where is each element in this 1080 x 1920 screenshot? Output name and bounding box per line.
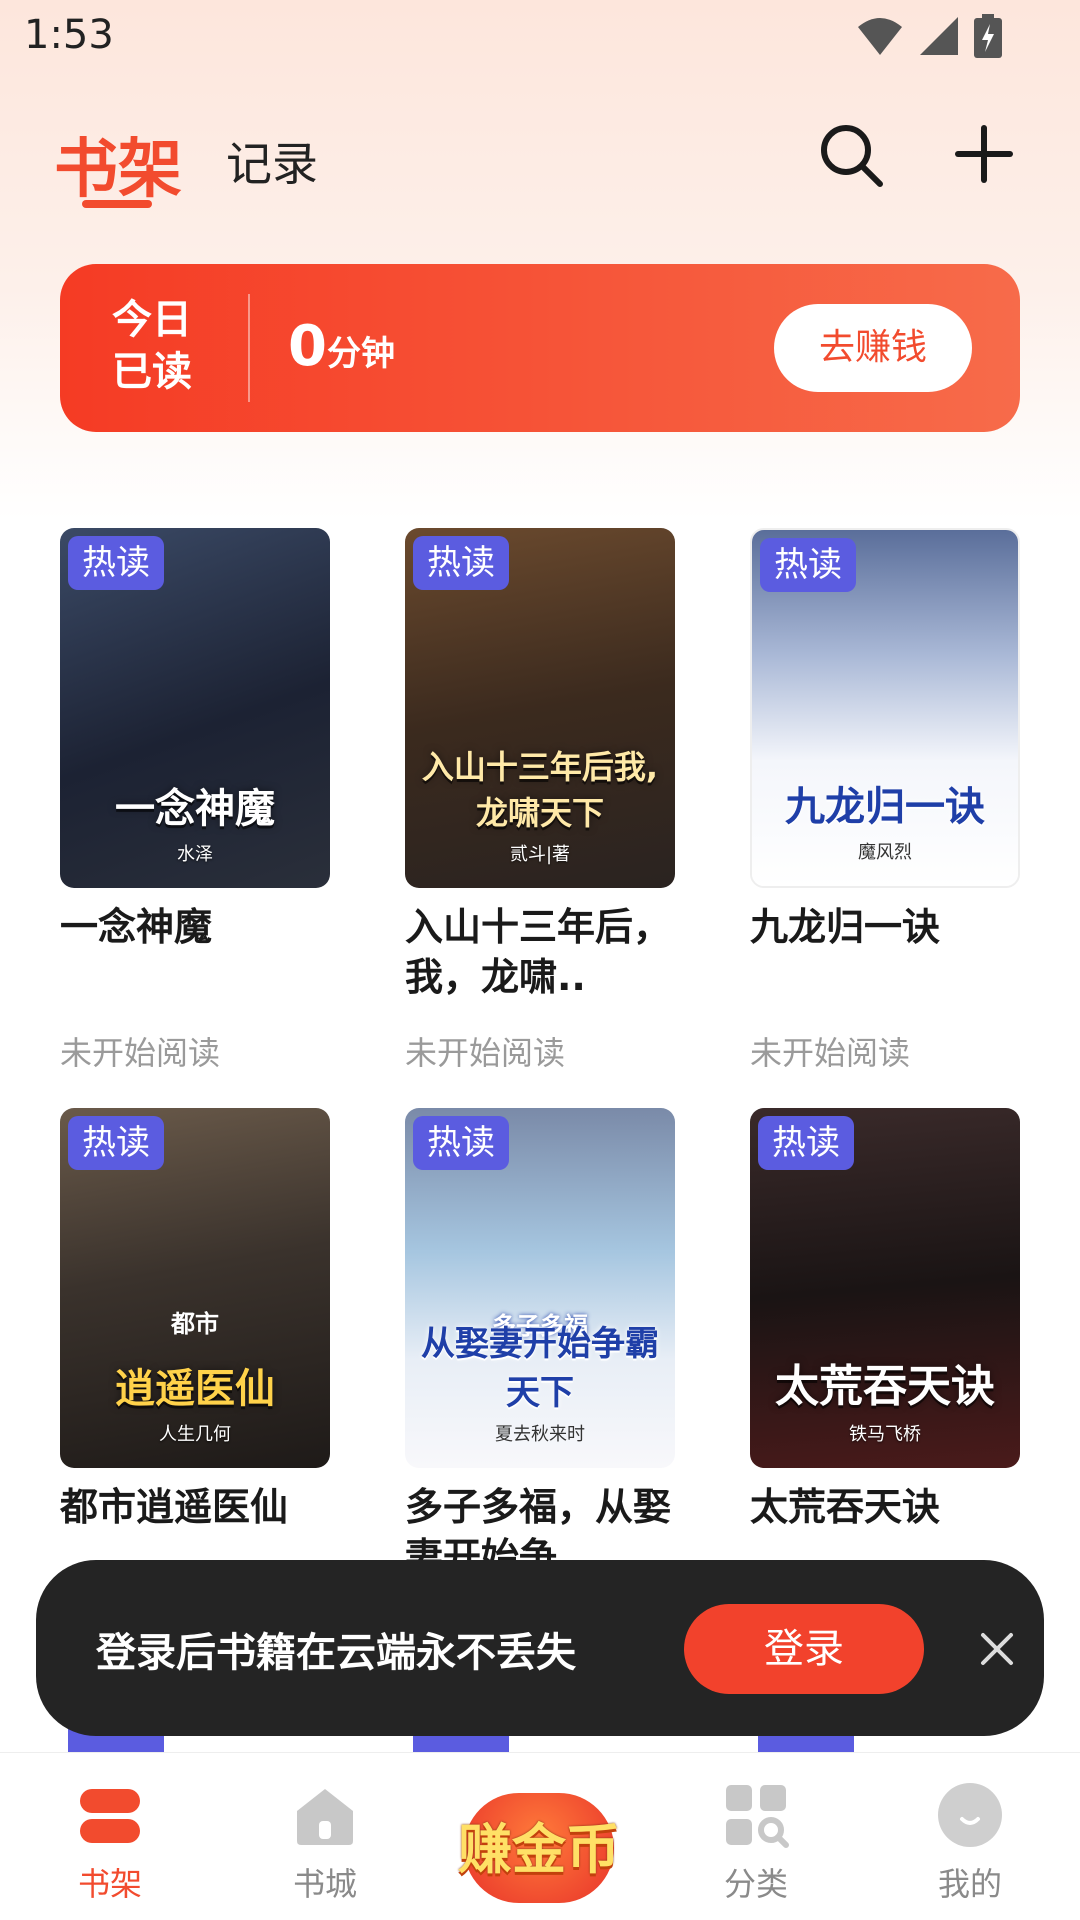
active-tab-indicator bbox=[82, 200, 152, 208]
cover-author-text: 魔风烈 bbox=[858, 842, 912, 863]
cover-title-text: 入山十三年后我,龙啸天下 bbox=[421, 748, 659, 832]
nav-label: 书城 bbox=[292, 1865, 357, 1903]
category-icon bbox=[726, 1785, 789, 1848]
today-read-label: 今日已读 bbox=[112, 297, 192, 395]
signal-icon bbox=[920, 17, 958, 55]
status-bar: 1:53 bbox=[0, 0, 1080, 74]
cover-author-text: 铁马飞桥 bbox=[849, 1424, 921, 1445]
earn-money-button[interactable]: 去赚钱 bbox=[774, 304, 972, 392]
book-cover[interactable]: 九龙归一诀 魔风烈 热读 bbox=[750, 528, 1020, 888]
reading-status: 未开始阅读 bbox=[750, 1034, 911, 1072]
header-background bbox=[0, 0, 1080, 520]
minutes-value: 0 bbox=[288, 314, 327, 379]
reading-status: 未开始阅读 bbox=[405, 1034, 566, 1072]
earn-coins-label: 赚金币 bbox=[458, 1818, 620, 1881]
status-icons bbox=[856, 14, 1002, 58]
cover-title-text: 一念神魔 bbox=[115, 786, 275, 832]
nav-label: 书架 bbox=[77, 1865, 142, 1903]
hot-tag: 热读 bbox=[760, 538, 856, 592]
nav-item-bookstore[interactable]: 书城 bbox=[245, 1753, 405, 1920]
cover-title-text: 太荒吞天诀 bbox=[775, 1361, 995, 1412]
tab-bookshelf[interactable]: 书架 bbox=[54, 118, 182, 210]
close-icon[interactable] bbox=[980, 1632, 1014, 1666]
top-header: 书架 记录 bbox=[0, 100, 1080, 220]
hot-tag: 热读 bbox=[758, 1116, 854, 1170]
status-time: 1:53 bbox=[24, 12, 114, 58]
login-prompt-message: 登录后书籍在云端永不丢失 bbox=[96, 1630, 576, 1676]
nav-label: 分类 bbox=[723, 1865, 788, 1903]
book-cover[interactable]: 多子多福 从娶妻开始争霸天下 夏去秋来时 热读 bbox=[405, 1108, 675, 1468]
book-title: 一念神魔 bbox=[60, 905, 213, 949]
nav-item-bookshelf[interactable]: 书架 bbox=[30, 1753, 190, 1920]
minutes-unit: 分钟 bbox=[326, 334, 395, 374]
profile-icon bbox=[938, 1783, 1002, 1847]
cover-subtitle-text: 都市 bbox=[171, 1310, 219, 1338]
book-item[interactable]: 一念神魔 水泽 热读 一念神魔 未开始阅读 bbox=[60, 528, 330, 1072]
cover-title-text: 从娶妻开始争霸天下 bbox=[421, 1324, 659, 1413]
cover-title-text: 逍遥医仙 bbox=[115, 1366, 275, 1412]
battery-icon bbox=[974, 14, 1002, 58]
book-item[interactable]: 九龙归一诀 魔风烈 热读 九龙归一诀 未开始阅读 bbox=[750, 528, 1020, 1072]
cover-author-text: 夏去秋来时 bbox=[495, 1424, 585, 1445]
today-reading-banner: 今日已读 0分钟 去赚钱 bbox=[60, 264, 1020, 432]
search-icon[interactable] bbox=[818, 122, 884, 188]
book-cover[interactable]: 都市 逍遥医仙 人生几何 热读 bbox=[60, 1108, 330, 1468]
book-item[interactable]: 多子多福 从娶妻开始争霸天下 夏去秋来时 热读 多子多福，从娶妻开始争 bbox=[405, 1108, 675, 1582]
hot-tag: 热读 bbox=[68, 536, 164, 590]
reading-minutes: 0分钟 bbox=[288, 314, 395, 379]
book-title: 太荒吞天诀 bbox=[750, 1485, 941, 1529]
shelf-icon bbox=[80, 1789, 140, 1843]
cover-author-text: 贰斗|著 bbox=[509, 844, 571, 865]
login-prompt-toast: 登录后书籍在云端永不丢失 登录 bbox=[36, 1560, 1044, 1736]
banner-divider bbox=[248, 294, 250, 402]
book-cover[interactable]: 入山十三年后我,龙啸天下 贰斗|著 热读 bbox=[405, 528, 675, 888]
tab-record[interactable]: 记录 bbox=[226, 128, 318, 194]
reading-status: 未开始阅读 bbox=[60, 1034, 221, 1072]
wifi-icon bbox=[858, 18, 902, 55]
book-item[interactable]: 太荒吞天诀 铁马飞桥 热读 太荒吞天诀 bbox=[750, 1108, 1020, 1532]
nav-item-category[interactable]: 分类 bbox=[676, 1753, 836, 1920]
home-icon bbox=[297, 1789, 353, 1845]
cover-author-text: 水泽 bbox=[177, 844, 213, 865]
hot-tag: 热读 bbox=[413, 536, 509, 590]
nav-item-profile[interactable]: 我的 bbox=[890, 1753, 1050, 1920]
book-cover[interactable]: 一念神魔 水泽 热读 bbox=[60, 528, 330, 888]
book-item[interactable]: 入山十三年后我,龙啸天下 贰斗|著 热读 入山十三年后，我，龙啸.. 未开始阅读 bbox=[405, 528, 675, 1072]
book-title: 九龙归一诀 bbox=[750, 905, 941, 949]
nav-label: 我的 bbox=[937, 1865, 1002, 1903]
add-icon[interactable] bbox=[954, 124, 1014, 184]
book-item[interactable]: 都市 逍遥医仙 人生几何 热读 都市逍遥医仙 bbox=[60, 1108, 330, 1532]
login-button[interactable]: 登录 bbox=[684, 1604, 924, 1694]
book-cover[interactable]: 太荒吞天诀 铁马飞桥 热读 bbox=[750, 1108, 1020, 1468]
hot-tag: 热读 bbox=[68, 1116, 164, 1170]
hot-tag: 热读 bbox=[413, 1116, 509, 1170]
book-title: 入山十三年后，我，龙啸.. bbox=[405, 905, 672, 999]
cover-title-text: 九龙归一诀 bbox=[785, 784, 985, 830]
book-title: 都市逍遥医仙 bbox=[60, 1485, 289, 1529]
bottom-navigation: 书架 书城 赚金币 分类 我的 bbox=[0, 1752, 1080, 1920]
nav-item-earn-coins[interactable]: 赚金币 bbox=[448, 1775, 630, 1905]
cover-author-text: 人生几何 bbox=[159, 1424, 231, 1445]
